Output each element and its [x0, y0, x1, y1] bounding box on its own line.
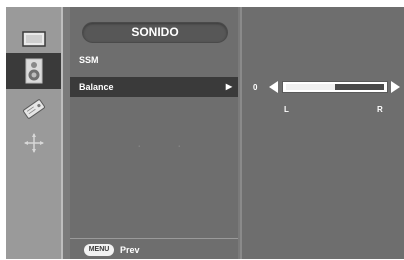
menu-item-balance[interactable]: Balance ▶ [70, 77, 238, 97]
menu-item-label: SSM [79, 55, 99, 65]
menu-title: SONIDO [82, 22, 228, 43]
menu-footer: MENU Prev [70, 238, 238, 260]
dot: · [138, 143, 141, 150]
osd-window: SONIDO SSM Balance ▶ · · MENU Prev 0 L R [6, 7, 404, 259]
sidebar-item-sound[interactable] [6, 53, 61, 89]
tag-icon [22, 99, 45, 119]
dot: · [178, 143, 181, 150]
balance-left-label: L [284, 105, 289, 114]
balance-slider[interactable] [282, 81, 388, 93]
balance-value: 0 [253, 83, 258, 92]
balance-panel: 0 L R [240, 7, 404, 259]
menu-item-label: Balance [79, 82, 114, 92]
chevron-right-icon: ▶ [225, 82, 232, 91]
balance-slider-remainder [335, 84, 384, 90]
picture-icon [21, 31, 46, 47]
adjust-icon [23, 133, 44, 153]
category-sidebar [6, 7, 63, 259]
menu-key-badge[interactable]: MENU [84, 244, 114, 256]
sidebar-item-setup[interactable] [6, 125, 61, 161]
speaker-icon [25, 58, 42, 84]
prev-label: Prev [120, 245, 140, 255]
arrow-left-icon[interactable] [269, 81, 278, 93]
balance-slider-fill [286, 84, 336, 90]
arrow-right-icon[interactable] [391, 81, 400, 93]
sidebar-item-picture[interactable] [6, 21, 61, 57]
sidebar-item-option[interactable] [6, 91, 61, 127]
menu-item-ssm[interactable]: SSM [70, 50, 238, 70]
balance-right-label: R [377, 105, 383, 114]
sound-menu: SONIDO SSM Balance ▶ · · MENU Prev [70, 7, 238, 259]
